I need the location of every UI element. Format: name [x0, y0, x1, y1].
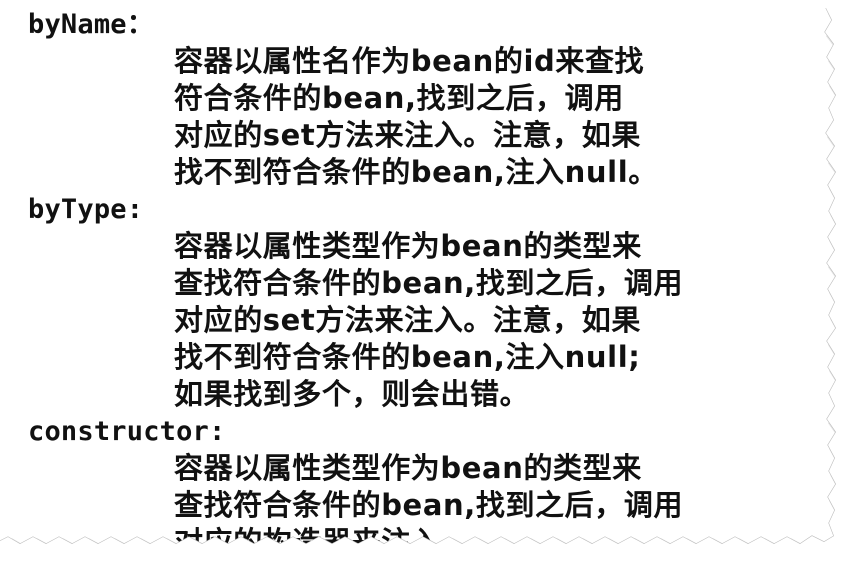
bytype-line-3: 对应的set方法来注入。注意，如果 — [174, 303, 641, 337]
autowire-modes-text: byName： 容器以属性名作为bean的id来查找 符合条件的bean,找到之… — [28, 6, 808, 561]
byname-heading: byName： — [28, 9, 154, 40]
torn-paper-frame: byName： 容器以属性名作为bean的id来查找 符合条件的bean,找到之… — [0, 0, 847, 574]
constructor-section: constructor: 容器以属性类型作为bean的类型来 查找符合条件的be… — [28, 413, 808, 561]
bytype-line-4: 找不到符合条件的bean,注入null; — [174, 340, 641, 374]
byname-line-2: 符合条件的bean,找到之后，调用 — [174, 81, 624, 115]
byname-line-3: 对应的set方法来注入。注意，如果 — [174, 118, 641, 152]
document-page: byName： 容器以属性名作为bean的id来查找 符合条件的bean,找到之… — [0, 0, 847, 574]
byname-line-1: 容器以属性名作为bean的id来查找 — [174, 44, 645, 78]
constructor-line-2: 查找符合条件的bean,找到之后，调用 — [174, 488, 684, 522]
bytype-line-5: 如果找到多个，则会出错。 — [174, 377, 530, 411]
byname-section: byName： 容器以属性名作为bean的id来查找 符合条件的bean,找到之… — [28, 6, 808, 191]
constructor-line-1: 容器以属性类型作为bean的类型来 — [174, 451, 642, 485]
bytype-section: byType: 容器以属性类型作为bean的类型来 查找符合条件的bean,找到… — [28, 191, 808, 413]
constructor-heading: constructor: — [28, 416, 226, 447]
bytype-line-1: 容器以属性类型作为bean的类型来 — [174, 229, 642, 263]
constructor-line-3: 对应的构造器来注入。 — [174, 525, 471, 559]
bytype-heading: byType: — [28, 194, 144, 225]
bytype-line-2: 查找符合条件的bean,找到之后，调用 — [174, 266, 684, 300]
byname-line-4: 找不到符合条件的bean,注入null。 — [174, 155, 658, 189]
